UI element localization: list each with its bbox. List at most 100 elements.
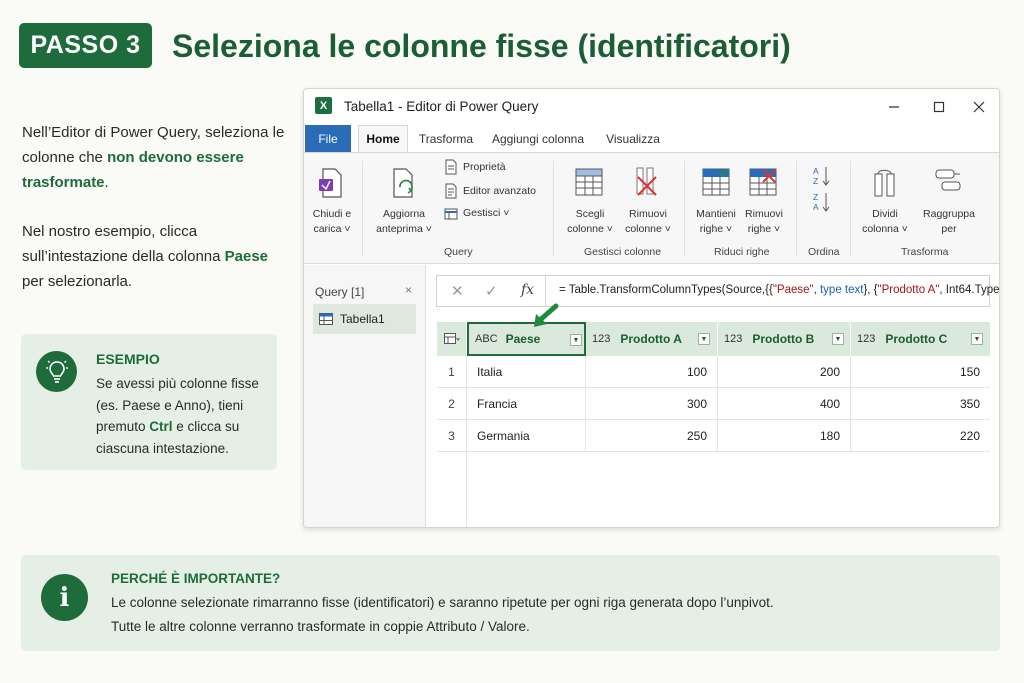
cell-prodotto-b[interactable]: 200 bbox=[718, 356, 851, 388]
sort-descending-icon[interactable]: ZA bbox=[812, 191, 832, 218]
formula-part: = Table.TransformColumnTypes(Source,{{ bbox=[559, 284, 773, 296]
keep-rows-button[interactable]: Mantieni righe ˅ bbox=[692, 207, 740, 237]
ribbon-divider bbox=[362, 161, 363, 256]
intro-p1-end: . bbox=[104, 174, 109, 191]
intro-p2-text: Nel nostro esempio, clicca sull’intestaz… bbox=[22, 223, 225, 265]
pointer-arrow-icon bbox=[530, 303, 560, 334]
split-column-button[interactable]: Dividi colonna ˅ bbox=[859, 207, 911, 237]
cancel-formula-icon[interactable]: ✕ bbox=[451, 282, 464, 300]
close-load-label-1: Chiudi e bbox=[312, 208, 352, 220]
row-number: 3 bbox=[437, 420, 467, 452]
refresh-label-1: Aggiorna bbox=[382, 208, 426, 220]
properties-label: Proprietà bbox=[463, 160, 506, 173]
number-type-icon: 123 bbox=[724, 333, 743, 345]
ribbon-tabs: File Home Trasforma Aggiungi colonna Vis… bbox=[304, 125, 999, 152]
column-header-prodotto-b[interactable]: 123 Prodotto B ▼ bbox=[718, 322, 851, 356]
choose-columns-icon bbox=[575, 168, 603, 201]
maximize-icon[interactable] bbox=[928, 96, 950, 118]
formula-input[interactable]: = Table.TransformColumnTypes(Source,{{"P… bbox=[559, 284, 999, 296]
row-header-empty-area bbox=[437, 452, 467, 527]
group-by-button[interactable]: Raggruppa per bbox=[918, 207, 980, 237]
queries-label: Query [1] bbox=[315, 285, 365, 299]
window-title: Tabella1 - Editor di Power Query bbox=[344, 99, 539, 114]
table-row[interactable]: 1 Italia 100 200 150 bbox=[437, 356, 990, 388]
filter-dropdown-icon[interactable]: ▼ bbox=[832, 333, 844, 345]
remove-rows-label-1: Rimuovi bbox=[745, 208, 783, 220]
filter-dropdown-icon[interactable]: ▼ bbox=[570, 334, 582, 346]
intro-p2-bold: Paese bbox=[224, 248, 269, 265]
keep-rows-label-2: righe ˅ bbox=[699, 223, 733, 235]
info-icon: i bbox=[41, 574, 88, 621]
group-label-sort: Ordina bbox=[808, 246, 840, 258]
close-icon[interactable] bbox=[968, 96, 990, 118]
close-load-label-2: carica ˅ bbox=[313, 223, 351, 235]
sort-ascending-icon[interactable]: AZ bbox=[812, 165, 832, 192]
cell-paese[interactable]: Francia bbox=[467, 388, 586, 420]
advanced-editor-button[interactable]: Editor avanzato bbox=[444, 183, 536, 199]
filter-dropdown-icon[interactable]: ▼ bbox=[698, 333, 710, 345]
column-header-prodotto-a[interactable]: 123 Prodotto A ▼ bbox=[586, 322, 718, 356]
text-type-icon: ABC bbox=[475, 333, 498, 345]
tab-add-column[interactable]: Aggiungi colonna bbox=[488, 125, 588, 152]
cell-prodotto-b[interactable]: 400 bbox=[718, 388, 851, 420]
column-header-prodotto-c[interactable]: 123 Prodotto C ▼ bbox=[851, 322, 990, 356]
minimize-icon[interactable] bbox=[883, 96, 905, 118]
select-all-icon[interactable] bbox=[437, 322, 467, 356]
group-by-label-1: Raggruppa bbox=[923, 208, 975, 220]
manage-button[interactable]: Gestisci ˅ bbox=[444, 206, 509, 221]
cell-prodotto-c[interactable]: 350 bbox=[851, 388, 990, 420]
tab-file[interactable]: File bbox=[305, 125, 351, 152]
cell-prodotto-c[interactable]: 150 bbox=[851, 356, 990, 388]
table-row[interactable]: 2 Francia 300 400 350 bbox=[437, 388, 990, 420]
step-badge: PASSO 3 bbox=[19, 23, 152, 68]
cell-prodotto-b[interactable]: 180 bbox=[718, 420, 851, 452]
formula-string: "Paese" bbox=[772, 284, 814, 296]
confirm-formula-icon[interactable]: ✓ bbox=[485, 282, 498, 300]
filter-dropdown-icon[interactable]: ▼ bbox=[971, 333, 983, 345]
tab-view[interactable]: Visualizza bbox=[601, 125, 665, 152]
why-important-box: i PERCHÉ È IMPORTANTE? Le colonne selezi… bbox=[21, 555, 1000, 651]
tab-home[interactable]: Home bbox=[358, 125, 408, 152]
svg-text:Z: Z bbox=[813, 192, 818, 202]
choose-columns-button[interactable]: Scegli colonne ˅ bbox=[562, 207, 618, 237]
formula-part: }, { bbox=[863, 284, 878, 296]
close-load-button[interactable]: Chiudi e carica ˅ bbox=[308, 207, 356, 237]
cell-prodotto-a[interactable]: 250 bbox=[586, 420, 718, 452]
cell-prodotto-a[interactable]: 300 bbox=[586, 388, 718, 420]
collapse-panel-icon[interactable]: × bbox=[405, 283, 412, 297]
properties-button[interactable]: Proprietà bbox=[444, 159, 506, 175]
excel-logo-icon: X bbox=[315, 97, 332, 114]
column-header-paese[interactable]: ABC Paese ▼ bbox=[467, 322, 586, 356]
cell-paese[interactable]: Germania bbox=[467, 420, 586, 452]
cell-prodotto-c[interactable]: 220 bbox=[851, 420, 990, 452]
manage-icon bbox=[444, 208, 458, 219]
remove-columns-label-2: colonne ˅ bbox=[625, 223, 671, 235]
tab-transform[interactable]: Trasforma bbox=[418, 125, 474, 152]
intro-paragraph-2: Nel nostro esempio, clicca sull’intestaz… bbox=[22, 219, 292, 294]
split-column-icon bbox=[871, 168, 899, 203]
choose-columns-label-2: colonne ˅ bbox=[567, 223, 613, 235]
lightbulb-icon bbox=[36, 351, 77, 392]
ribbon-divider bbox=[850, 161, 851, 256]
fx-icon[interactable]: fx bbox=[521, 282, 534, 298]
why-line-2: Tutte le altre colonne verranno trasform… bbox=[111, 619, 530, 634]
intro-text: Nell’Editor di Power Query, seleziona le… bbox=[22, 120, 292, 318]
remove-columns-button[interactable]: Rimuovi colonne ˅ bbox=[620, 207, 676, 237]
column-header-label: Prodotto A bbox=[620, 332, 682, 346]
example-tip-box: ESEMPIO Se avessi più colonne fisse (es.… bbox=[21, 334, 277, 470]
grid-empty-area bbox=[467, 452, 990, 527]
keep-rows-label-1: Mantieni bbox=[696, 208, 736, 220]
refresh-preview-button[interactable]: Aggiorna anteprima ˅ bbox=[372, 207, 436, 237]
group-by-icon bbox=[934, 168, 964, 201]
title-bar: X Tabella1 - Editor di Power Query bbox=[304, 89, 999, 125]
why-line-1: Le colonne selezionate rimarranno fisse … bbox=[111, 595, 774, 610]
intro-paragraph-1: Nell’Editor di Power Query, seleziona le… bbox=[22, 120, 292, 195]
query-item-tabella1[interactable]: Tabella1 bbox=[313, 304, 416, 334]
data-grid: ABC Paese ▼ 123 Prodotto A ▼ 123 Prodott… bbox=[437, 322, 990, 452]
table-row[interactable]: 3 Germania 250 180 220 bbox=[437, 420, 990, 452]
formula-keyword: type text bbox=[819, 284, 864, 296]
cell-prodotto-a[interactable]: 100 bbox=[586, 356, 718, 388]
group-by-label-2: per bbox=[941, 223, 957, 235]
remove-rows-button[interactable]: Rimuovi righe ˅ bbox=[740, 207, 788, 237]
cell-paese[interactable]: Italia bbox=[467, 356, 586, 388]
